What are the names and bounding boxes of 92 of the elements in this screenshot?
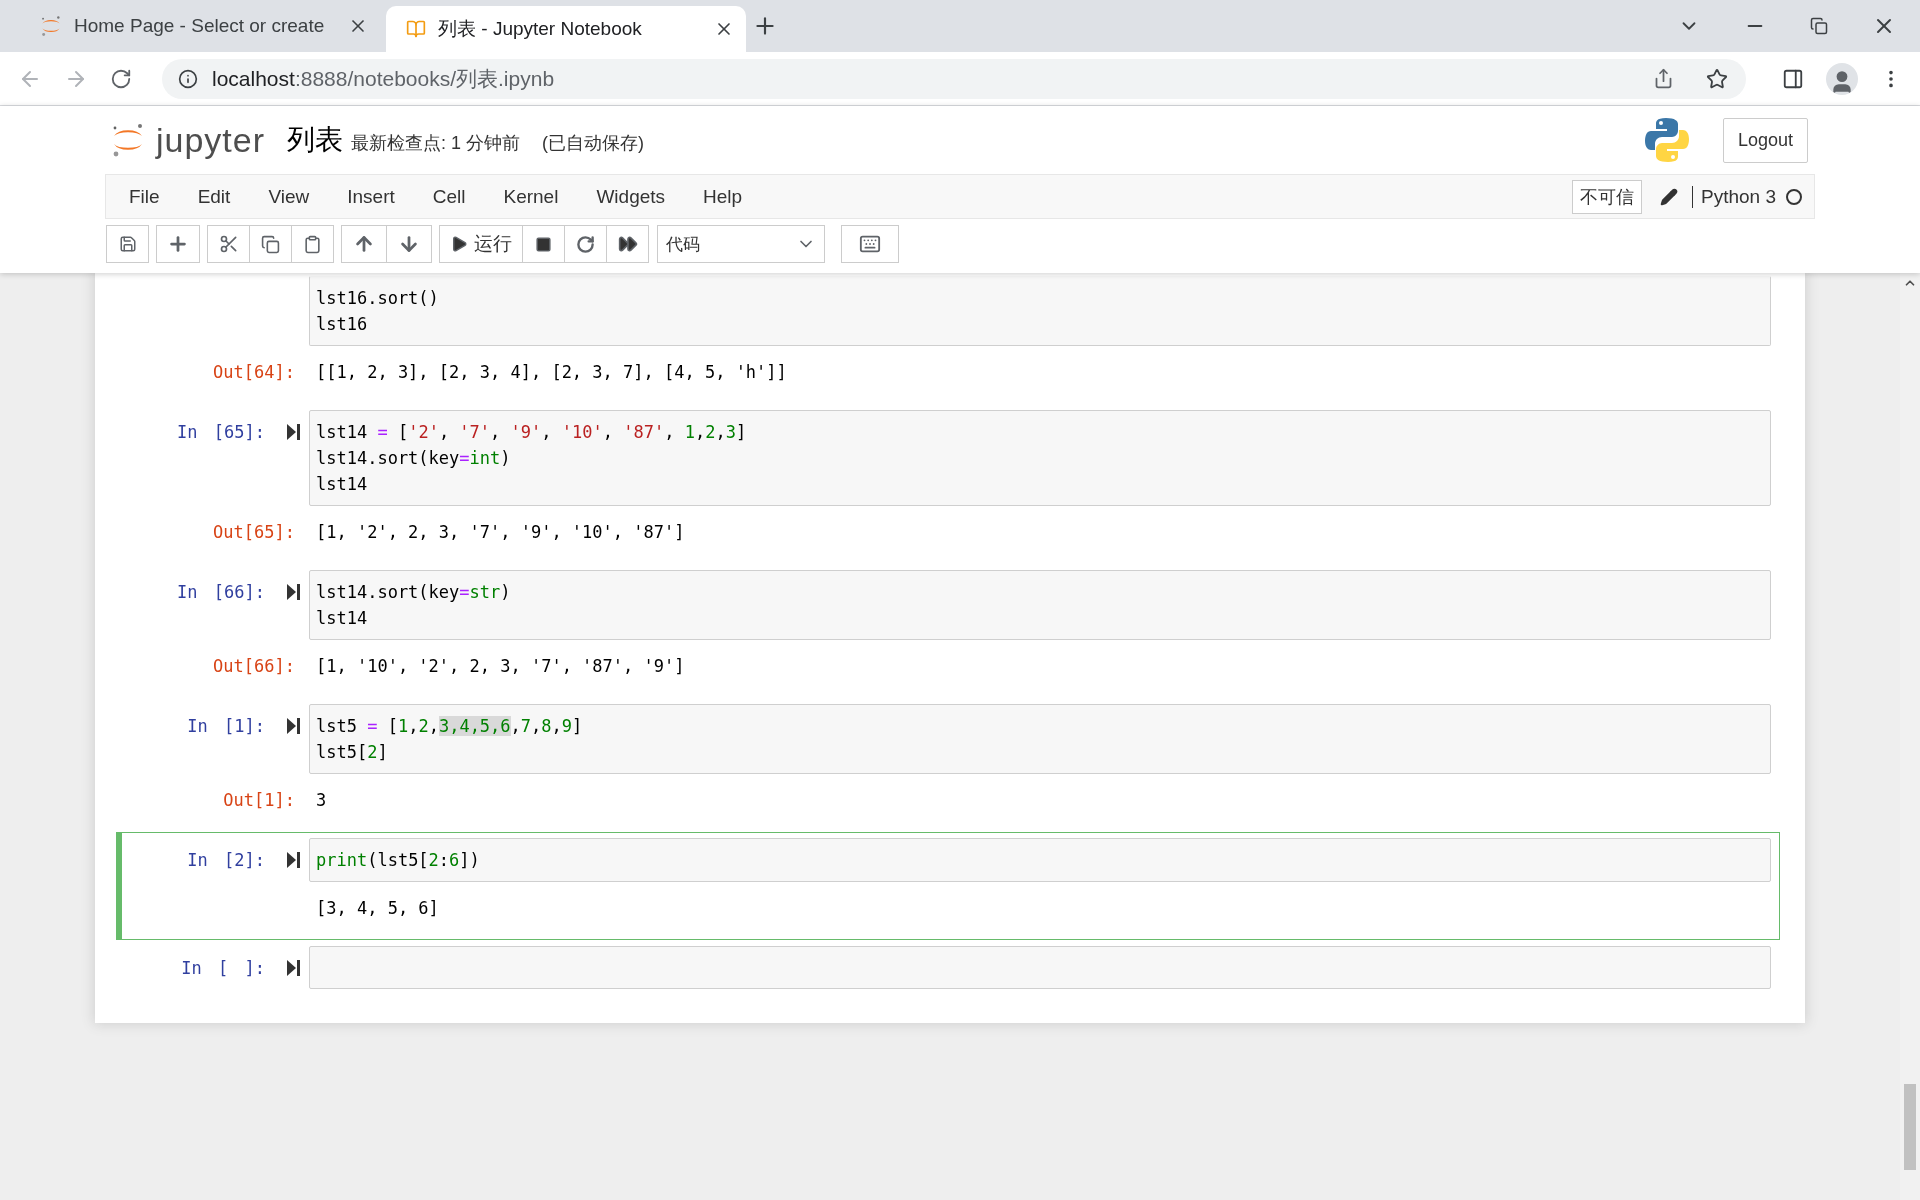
move-down-button[interactable] <box>386 225 432 263</box>
trust-badge[interactable]: 不可信 <box>1572 179 1642 214</box>
run-cell-icon[interactable] <box>287 958 301 977</box>
cell-output: [3, 4, 5, 6] <box>315 897 440 920</box>
info-icon <box>178 68 198 89</box>
browser-tab[interactable]: 列表 - Jupyter Notebook <box>386 6 746 52</box>
cell-output: [1, '2', 2, 3, '7', '9', '10', '87'] <box>315 521 686 544</box>
output-prompt: Out[66]: <box>213 656 295 676</box>
menu-item[interactable]: Edit <box>178 185 250 208</box>
output-prompt: Out[64]: <box>213 362 295 382</box>
run-button[interactable]: 运行 <box>439 225 523 263</box>
notebook-title[interactable]: 列表 <box>287 121 344 159</box>
code-input[interactable]: lst14.sort(key=str) lst14 <box>309 570 1771 640</box>
menu-item[interactable]: View <box>249 185 329 208</box>
kernel-name: Python 3 <box>1692 185 1776 208</box>
input-prompt: In [1]: <box>187 715 265 736</box>
menu-item[interactable]: Help <box>684 185 762 208</box>
jupyter-logo-text[interactable]: jupyter <box>156 120 266 160</box>
code-input[interactable] <box>309 946 1771 989</box>
menu-item[interactable]: File <box>110 185 179 208</box>
code-input[interactable]: lst16.sort() lst16 <box>309 276 1771 346</box>
restart-button[interactable] <box>564 225 607 263</box>
python-logo-icon <box>1644 117 1689 163</box>
input-prompt: In [65]: <box>177 421 265 442</box>
clipboard-icon <box>303 234 322 254</box>
book-icon <box>406 19 426 39</box>
run-cell-icon[interactable] <box>287 850 301 869</box>
copy-button[interactable] <box>249 225 292 263</box>
autosave-status: (已自动保存) <box>542 132 645 155</box>
pencil-icon[interactable] <box>1660 187 1678 206</box>
save-icon <box>118 235 137 253</box>
input-prompt: In [66]: <box>177 581 265 602</box>
run-cell-icon[interactable] <box>287 422 301 441</box>
code-input[interactable]: lst14 = ['2', '7', '9', '10', '87', 1,2,3] lst14.sort(key=int) lst14 <box>309 410 1771 506</box>
menu-item[interactable]: Widgets <box>577 185 685 208</box>
plus-icon <box>167 233 189 255</box>
code-input[interactable]: print(lst5[2:6]) <box>309 838 1771 882</box>
code-line: lst16.sort() <box>316 287 440 310</box>
run-all-button[interactable] <box>606 225 649 263</box>
url-text: localhost:8888/notebooks/列表.ipynb <box>212 65 556 92</box>
insert-cell-button[interactable] <box>156 225 200 263</box>
notebook-cell[interactable]: In [ ]: <box>116 940 1780 995</box>
move-up-button[interactable] <box>341 225 387 263</box>
scissors-icon <box>218 234 239 254</box>
checkpoint-status: 最新检查点: 1 分钟前 <box>351 132 521 155</box>
menu-item[interactable]: Cell <box>413 185 485 208</box>
code-line: lst16 <box>316 313 369 336</box>
scrollbar-thumb[interactable] <box>1904 1084 1916 1170</box>
stop-icon <box>535 235 552 253</box>
menu-item[interactable]: Insert <box>328 185 414 208</box>
jupyter-logo-icon <box>40 15 62 37</box>
restore-icon[interactable] <box>1810 17 1828 35</box>
copy-icon <box>261 234 280 254</box>
code-line: print(lst5[2:6]) <box>316 849 481 872</box>
run-cell-icon[interactable] <box>287 582 301 601</box>
reload-icon[interactable] <box>110 67 132 90</box>
code-line: lst14 = ['2', '7', '9', '10', '87', 1,2,3] <box>316 421 748 444</box>
cell-output: 3 <box>315 789 328 812</box>
output-prompt: Out[65]: <box>213 522 295 542</box>
cell-output: [1, '10', '2', 2, 3, '7', '87', '9'] <box>315 655 686 678</box>
star-icon[interactable] <box>1706 67 1728 90</box>
stop-button[interactable] <box>522 225 565 263</box>
restart-icon <box>576 234 595 254</box>
play-icon <box>450 235 468 253</box>
cell-type-select[interactable]: 代码 <box>657 225 825 263</box>
notebook-cell[interactable]: In [2]: print(lst5[2:6]) [3, 4, 5, 6] <box>116 832 1780 940</box>
share-icon[interactable] <box>1653 68 1674 89</box>
logout-button[interactable]: Logout <box>1722 117 1808 163</box>
menu-item[interactable]: Kernel <box>484 185 578 208</box>
code-input[interactable]: lst5 = [1,2,3,4,5,6,7,8,9] lst5[2] <box>309 704 1771 774</box>
cut-button[interactable] <box>207 225 250 263</box>
address-bar[interactable]: localhost:8888/notebooks/列表.ipynb <box>162 58 1746 99</box>
keyboard-button[interactable] <box>841 225 899 263</box>
code-line: lst14 <box>316 607 369 630</box>
input-prompt: In [ ]: <box>181 957 265 978</box>
output-prompt: Out[1]: <box>223 790 295 810</box>
code-line: lst5[2] <box>316 741 389 764</box>
browser-tab[interactable]: Home Page - Select or create <box>20 6 380 46</box>
code-line: lst14.sort(key=str) <box>316 581 512 604</box>
profile-icon[interactable] <box>1826 62 1858 95</box>
code-line: lst14.sort(key=int) <box>316 447 512 470</box>
save-button[interactable] <box>106 225 149 263</box>
keyboard-icon <box>859 233 881 255</box>
side-panel-icon[interactable] <box>1782 67 1804 90</box>
fast-forward-icon <box>617 234 638 254</box>
code-line: lst14 <box>316 473 369 496</box>
notebook-cell[interactable]: In [1]: lst5 = [1,2,3,4,5,6,7,8,9] lst5[2] Out[1]: 3 <box>116 698 1780 832</box>
input-prompt: In [2]: <box>187 849 265 870</box>
code-line: lst5 = [1,2,3,4,5,6,7,8,9] <box>316 715 584 738</box>
cell-output: [[1, 2, 3], [2, 3, 4], [2, 3, 7], [4, 5, 'h']] <box>315 361 788 384</box>
run-cell-icon[interactable] <box>287 716 301 735</box>
paste-button[interactable] <box>291 225 334 263</box>
